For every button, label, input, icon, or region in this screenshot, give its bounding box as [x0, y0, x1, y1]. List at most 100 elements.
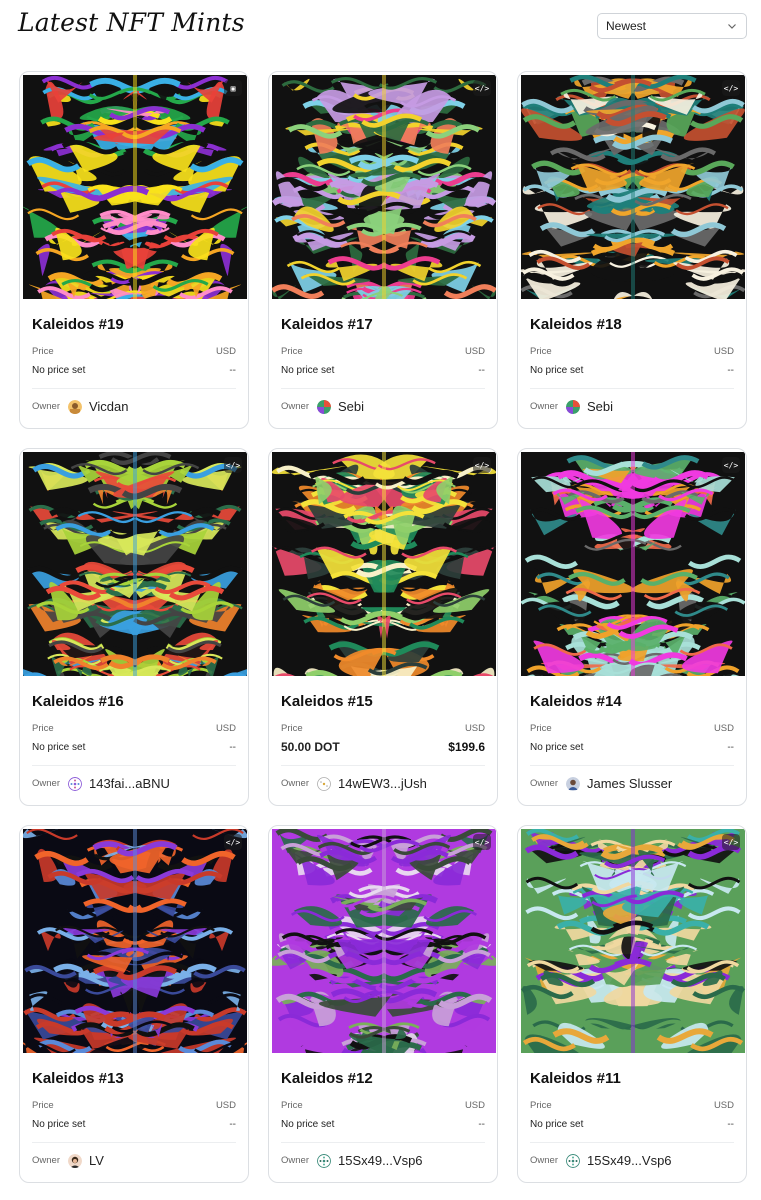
code-icon: </> — [722, 80, 740, 96]
price-label: Price — [530, 1100, 552, 1111]
owner-label: Owner — [32, 778, 60, 789]
nft-title[interactable]: Kaleidos #12 — [281, 1070, 373, 1087]
owner-row[interactable]: Owner 15Sx49...Vsp6 — [530, 1153, 672, 1168]
nft-title[interactable]: Kaleidos #15 — [281, 693, 373, 710]
nft-card[interactable]: </> Kaleidos #14 Price USD No price set -- Own… — [517, 448, 747, 806]
nft-card[interactable]: ▣ Kaleidos #19 Price USD No price set -- Owner… — [19, 71, 249, 429]
nft-title[interactable]: Kaleidos #14 — [530, 693, 622, 710]
owner-label: Owner — [281, 1155, 309, 1166]
nft-card[interactable]: </> Kaleidos #13 Price USD No price set -- Own… — [19, 825, 249, 1183]
price-value: No price set — [32, 742, 86, 753]
owner-name[interactable]: James Slusser — [587, 776, 672, 791]
price-value: No price set — [530, 1119, 584, 1130]
code-icon: </> — [224, 457, 242, 473]
avatar-identicon[interactable] — [68, 776, 82, 791]
divider — [281, 765, 485, 766]
owner-row[interactable]: Owner Sebi — [281, 399, 364, 414]
fiat-value: -- — [478, 365, 485, 376]
owner-row[interactable]: Owner Vicdan — [32, 399, 129, 414]
nft-artwork[interactable]: </> — [272, 829, 496, 1053]
fiat-value: -- — [229, 365, 236, 376]
owner-label: Owner — [530, 401, 558, 412]
nft-title[interactable]: Kaleidos #11 — [530, 1070, 621, 1087]
nft-artwork[interactable]: </> — [272, 75, 496, 299]
sort-selected-value: Newest — [606, 19, 647, 33]
owner-label: Owner — [281, 401, 309, 412]
owner-name[interactable]: LV — [89, 1153, 104, 1168]
nft-card[interactable]: </> Kaleidos #18 Price USD No price set -- Own… — [517, 71, 747, 429]
owner-name[interactable]: 143fai...aBNU — [89, 776, 170, 791]
currency-label: USD — [713, 723, 734, 734]
price-label: Price — [281, 346, 303, 357]
owner-label: Owner — [530, 778, 558, 789]
currency-label: USD — [464, 723, 485, 734]
avatar-identicon-light[interactable] — [317, 776, 331, 791]
owner-name[interactable]: Sebi — [587, 399, 613, 414]
price-label: Price — [32, 346, 54, 357]
owner-name[interactable]: 15Sx49...Vsp6 — [587, 1153, 672, 1168]
owner-name[interactable]: 14wEW3...jUsh — [338, 776, 427, 791]
owner-row[interactable]: Owner 14wEW3...jUsh — [281, 776, 427, 791]
avatar-identicon-teal[interactable] — [317, 1153, 331, 1168]
nft-title[interactable]: Kaleidos #16 — [32, 693, 124, 710]
owner-row[interactable]: Owner 143fai...aBNU — [32, 776, 170, 791]
price-label: Price — [32, 1100, 54, 1111]
price-label: Price — [281, 1100, 303, 1111]
nft-card[interactable]: </> Kaleidos #11 Price USD No price set -- Own… — [517, 825, 747, 1183]
currency-label: USD — [215, 346, 236, 357]
nft-artwork[interactable]: </> — [272, 452, 496, 676]
nft-title[interactable]: Kaleidos #19 — [32, 316, 124, 333]
currency-label: USD — [215, 1100, 236, 1111]
price-value: No price set — [32, 1119, 86, 1130]
nft-card[interactable]: </> Kaleidos #15 Price USD 50.00 DOT $199.6 Ow… — [268, 448, 498, 806]
page-title: Latest NFT Mints — [18, 8, 245, 37]
code-icon: </> — [722, 834, 740, 850]
divider — [530, 765, 734, 766]
nft-artwork[interactable]: </> — [521, 452, 745, 676]
owner-label: Owner — [281, 778, 309, 789]
divider — [530, 1142, 734, 1143]
owner-label: Owner — [32, 401, 60, 412]
nft-card[interactable]: </> Kaleidos #12 Price USD No price set -- Own… — [268, 825, 498, 1183]
currency-label: USD — [464, 1100, 485, 1111]
sort-dropdown[interactable]: Newest — [597, 13, 747, 39]
owner-row[interactable]: Owner James Slusser — [530, 776, 672, 791]
fiat-value: $199.6 — [448, 740, 485, 754]
owner-row[interactable]: Owner Sebi — [530, 399, 613, 414]
nft-artwork[interactable]: </> — [521, 829, 745, 1053]
fiat-value: -- — [229, 1119, 236, 1130]
page-header: Latest NFT Mints Newest — [0, 0, 761, 50]
price-value: No price set — [281, 1119, 335, 1130]
currency-label: USD — [713, 1100, 734, 1111]
owner-name[interactable]: Sebi — [338, 399, 364, 414]
owner-row[interactable]: Owner 15Sx49...Vsp6 — [281, 1153, 423, 1168]
currency-label: USD — [713, 346, 734, 357]
owner-name[interactable]: Vicdan — [89, 399, 129, 414]
owner-name[interactable]: 15Sx49...Vsp6 — [338, 1153, 423, 1168]
code-icon: </> — [473, 834, 491, 850]
divider — [32, 388, 236, 389]
nft-title[interactable]: Kaleidos #17 — [281, 316, 373, 333]
fiat-value: -- — [478, 1119, 485, 1130]
avatar-lv[interactable] — [67, 1153, 82, 1168]
avatar-sebi[interactable] — [565, 399, 580, 414]
nft-artwork[interactable]: </> — [23, 452, 247, 676]
avatar-vicdan[interactable] — [67, 399, 82, 414]
currency-label: USD — [215, 723, 236, 734]
avatar-sebi[interactable] — [316, 399, 331, 414]
price-label: Price — [530, 723, 552, 734]
price-value: No price set — [530, 742, 584, 753]
nft-title[interactable]: Kaleidos #18 — [530, 316, 622, 333]
owner-row[interactable]: Owner LV — [32, 1153, 104, 1168]
nft-artwork[interactable]: </> — [521, 75, 745, 299]
avatar-identicon-teal[interactable] — [566, 1153, 580, 1168]
avatar-james[interactable] — [565, 776, 580, 791]
divider — [281, 388, 485, 389]
nft-card[interactable]: </> Kaleidos #16 Price USD No price set -- Own… — [19, 448, 249, 806]
nft-card[interactable]: </> Kaleidos #17 Price USD No price set -- Own… — [268, 71, 498, 429]
fiat-value: -- — [229, 742, 236, 753]
nft-title[interactable]: Kaleidos #13 — [32, 1070, 124, 1087]
nft-artwork[interactable]: </> — [23, 829, 247, 1053]
price-label: Price — [32, 723, 54, 734]
nft-artwork[interactable]: ▣ — [23, 75, 247, 299]
